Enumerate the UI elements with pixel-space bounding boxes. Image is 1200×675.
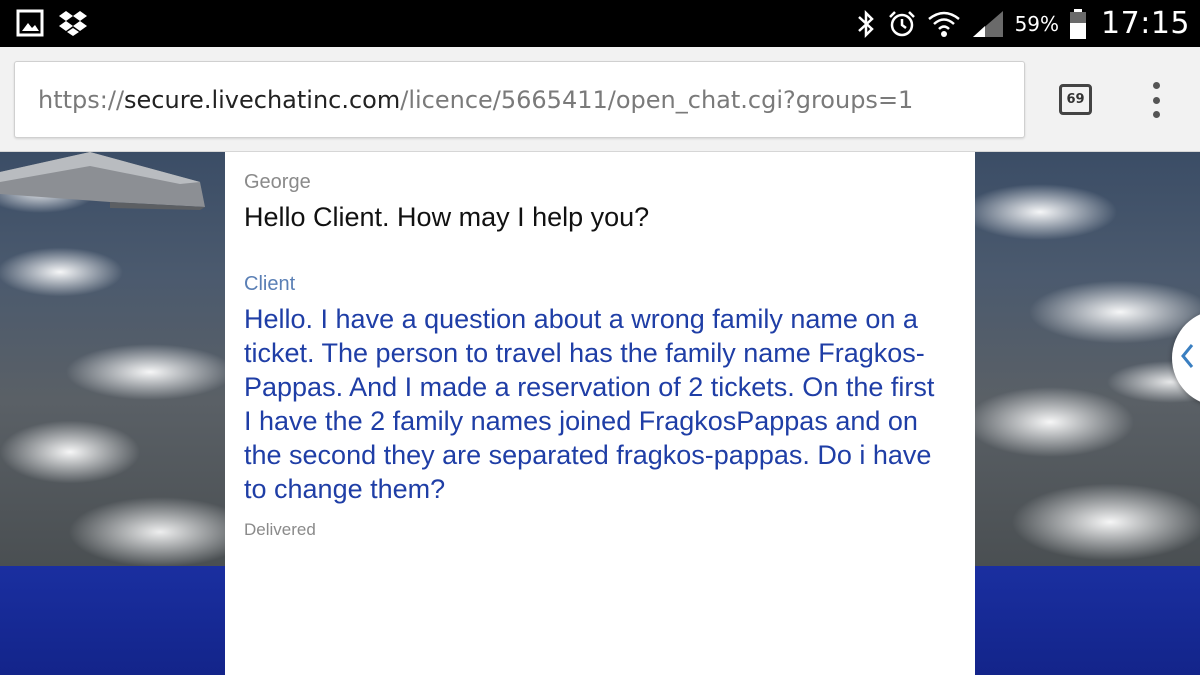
airplane-wing-image bbox=[0, 152, 205, 210]
clock: 17:15 bbox=[1101, 6, 1190, 41]
url-path: /licence/5665411/open_chat.cgi?groups=1 bbox=[400, 85, 914, 114]
message-status: Delivered bbox=[244, 520, 316, 539]
signal-icon bbox=[971, 9, 1005, 39]
dropbox-icon bbox=[58, 9, 88, 37]
status-bar-right: 59% 17:15 bbox=[855, 0, 1190, 47]
battery-icon bbox=[1069, 8, 1087, 40]
gallery-icon bbox=[16, 9, 44, 37]
status-bar: 59% 17:15 bbox=[0, 0, 1200, 47]
client-message: Client Hello. I have a question about a … bbox=[244, 272, 956, 540]
tab-switcher-button[interactable]: 69 bbox=[1059, 84, 1092, 115]
battery-percent: 59% bbox=[1014, 11, 1060, 36]
browser-toolbar: https://secure.livechatinc.com/licence/5… bbox=[0, 47, 1200, 152]
chevron-left-icon bbox=[1180, 343, 1194, 374]
message-author: George bbox=[244, 171, 311, 193]
message-text: Hello. I have a question about a wrong f… bbox=[244, 304, 935, 504]
url-scheme: https:// bbox=[38, 85, 125, 114]
wifi-icon bbox=[927, 9, 961, 39]
overflow-menu-icon[interactable] bbox=[1143, 80, 1169, 120]
status-bar-left bbox=[16, 9, 88, 37]
address-bar[interactable]: https://secure.livechatinc.com/licence/5… bbox=[14, 61, 1025, 138]
url-host: secure.livechatinc.com bbox=[124, 85, 401, 114]
web-page: George Hello Client. How may I help you?… bbox=[0, 152, 1200, 675]
agent-message: George Hello Client. How may I help you? bbox=[244, 170, 956, 234]
alarm-icon bbox=[887, 9, 917, 39]
chat-panel[interactable]: George Hello Client. How may I help you?… bbox=[225, 152, 975, 675]
message-author: Client bbox=[244, 273, 296, 295]
message-text: Hello Client. How may I help you? bbox=[244, 202, 650, 232]
bluetooth-icon bbox=[855, 9, 877, 39]
tab-count: 69 bbox=[1066, 92, 1085, 107]
